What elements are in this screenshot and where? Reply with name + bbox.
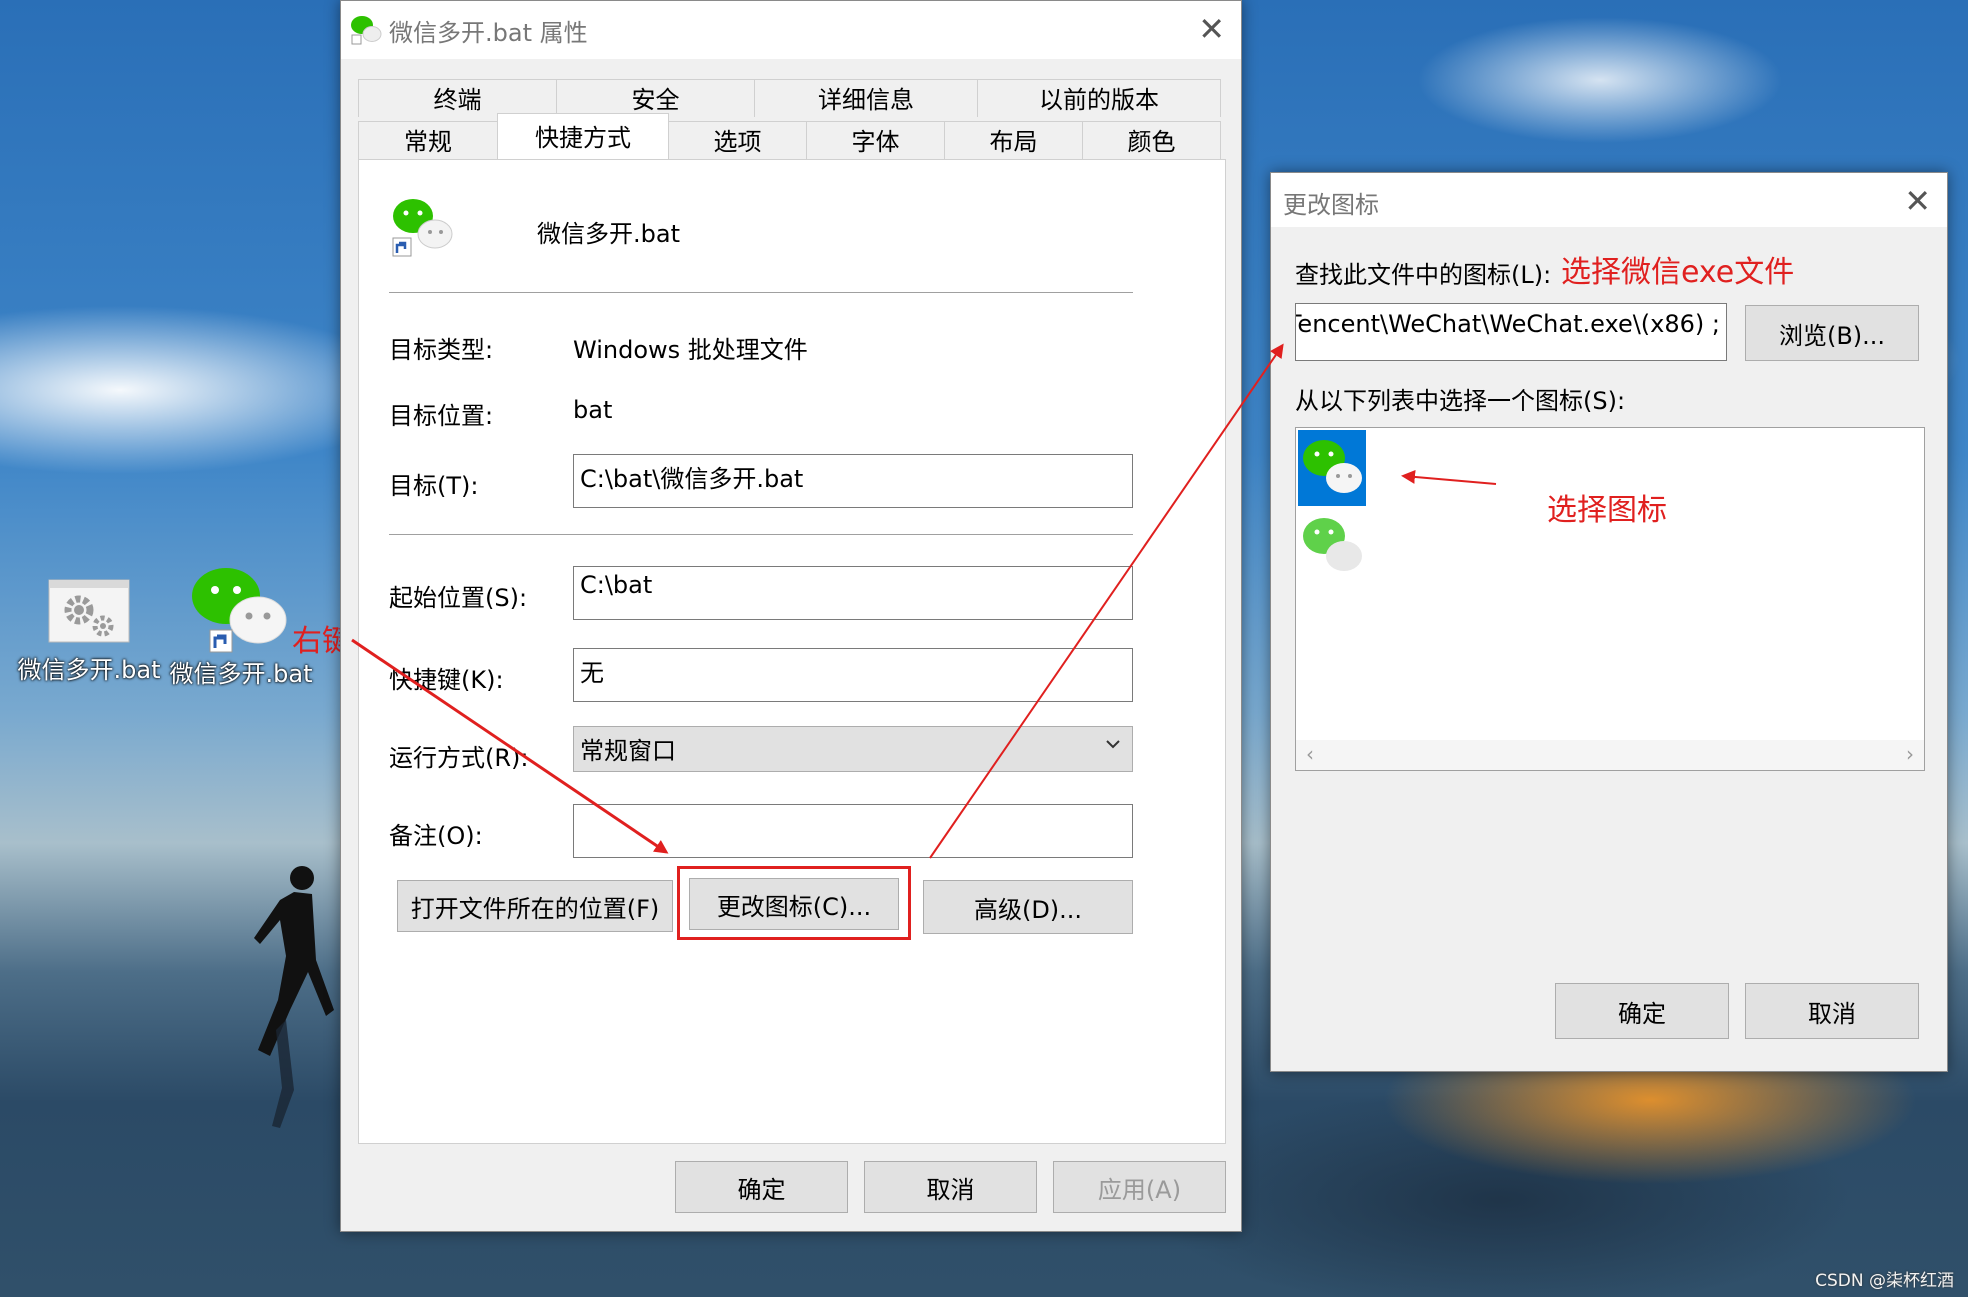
shortcut-key-field[interactable]: 无 [573,648,1133,702]
divider [389,292,1133,293]
target-field[interactable]: C:\bat\微信多开.bat [573,454,1133,508]
runner-silhouette [254,866,334,1128]
start-in-label: 起始位置(S): [389,584,528,612]
gear-file-icon [48,579,130,643]
cancel-button[interactable]: 取消 [1745,983,1919,1039]
desktop-icon-label: 微信多开.bat [17,656,161,684]
ok-button[interactable]: 确定 [675,1161,848,1213]
properties-dialog: 微信多开.bat 属性 ✕ 终端 安全 详细信息 以前的版本 常规 快捷方式 选… [340,0,1242,1232]
target-location-value: bat [573,396,613,424]
apply-button[interactable]: 应用(A) [1053,1161,1226,1213]
comment-label: 备注(O): [389,822,483,850]
target-label: 目标(T): [389,472,479,500]
wechat-shortcut-icon [192,568,287,653]
browse-button[interactable]: 浏览(B)... [1745,305,1919,361]
tab-font[interactable]: 字体 [806,121,945,159]
chevron-down-icon [1106,740,1120,749]
tab-shortcut[interactable]: 快捷方式 [497,113,669,159]
annotation-select-icon: 选择图标 [1547,493,1667,528]
icon-option-selected[interactable] [1298,430,1366,506]
shortcut-key-label: 快捷键(K): [389,666,504,694]
comment-field[interactable] [573,804,1133,858]
properties-title: 微信多开.bat 属性 [389,19,588,47]
shortcut-tab-panel: 微信多开.bat 目标类型: Windows 批处理文件 目标位置: bat 目… [358,159,1226,1144]
tab-layout[interactable]: 布局 [944,121,1083,159]
close-icon[interactable]: ✕ [1198,11,1225,47]
horizontal-scrollbar[interactable]: ‹ › [1296,740,1924,770]
tab-terminal[interactable]: 终端 [358,79,557,117]
tab-general[interactable]: 常规 [358,121,498,159]
wechat-icon [1303,440,1362,493]
open-file-location-button[interactable]: 打开文件所在的位置(F) [397,880,673,932]
change-icon-dialog: 更改图标 ✕ 查找此文件中的图标(L): 选择微信exe文件 ; (x86)\T… [1270,172,1948,1072]
advanced-button[interactable]: 高级(D)... [923,880,1133,934]
tab-row-bottom: 常规 快捷方式 选项 字体 布局 颜色 [358,113,1221,159]
start-in-field[interactable]: C:\bat [573,566,1133,620]
divider [389,534,1133,535]
change-icon-titlebar[interactable]: 更改图标 ✕ [1271,173,1947,227]
target-location-label: 目标位置: [389,402,494,430]
cancel-button[interactable]: 取消 [864,1161,1037,1213]
ok-button[interactable]: 确定 [1555,983,1729,1039]
icon-file-path-field[interactable]: ; (x86)\Tencent\WeChat\WeChat.exe [1295,303,1727,361]
target-type-value: Windows 批处理文件 [573,336,808,364]
scroll-left-icon[interactable]: ‹ [1306,742,1314,766]
icon-option[interactable] [1298,512,1366,582]
properties-titlebar[interactable]: 微信多开.bat 属性 ✕ [341,1,1241,59]
close-icon[interactable]: ✕ [1904,183,1931,219]
look-in-file-label: 查找此文件中的图标(L): [1295,261,1552,289]
tab-previous-versions[interactable]: 以前的版本 [977,79,1221,117]
tab-row-top: 终端 安全 详细信息 以前的版本 [358,79,1221,117]
wechat-icon [351,16,382,45]
scroll-right-icon[interactable]: › [1906,742,1914,766]
run-select-value: 常规窗口 [580,737,676,765]
tab-colors[interactable]: 颜色 [1082,121,1221,159]
select-icon-label: 从以下列表中选择一个图标(S): [1295,387,1626,415]
run-label: 运行方式(R): [389,744,529,772]
desktop-icon-bat-file[interactable]: 微信多开.bat [14,568,164,685]
run-select[interactable]: 常规窗口 [573,726,1133,772]
tab-details[interactable]: 详细信息 [754,79,978,117]
target-type-label: 目标类型: [389,336,494,364]
annotation-select-exe: 选择微信exe文件 [1561,255,1795,290]
shortcut-file-name: 微信多开.bat [537,220,680,248]
watermark: CSDN @柒杯红酒 [1815,1271,1954,1291]
change-icon-button[interactable]: 更改图标(C)... [689,878,899,930]
change-icon-title: 更改图标 [1283,191,1379,219]
wechat-shortcut-icon [392,199,453,257]
tab-security[interactable]: 安全 [556,79,755,117]
wechat-icon-alt [1303,518,1362,571]
tab-options[interactable]: 选项 [668,121,807,159]
icon-list[interactable]: ‹ › [1295,427,1925,771]
